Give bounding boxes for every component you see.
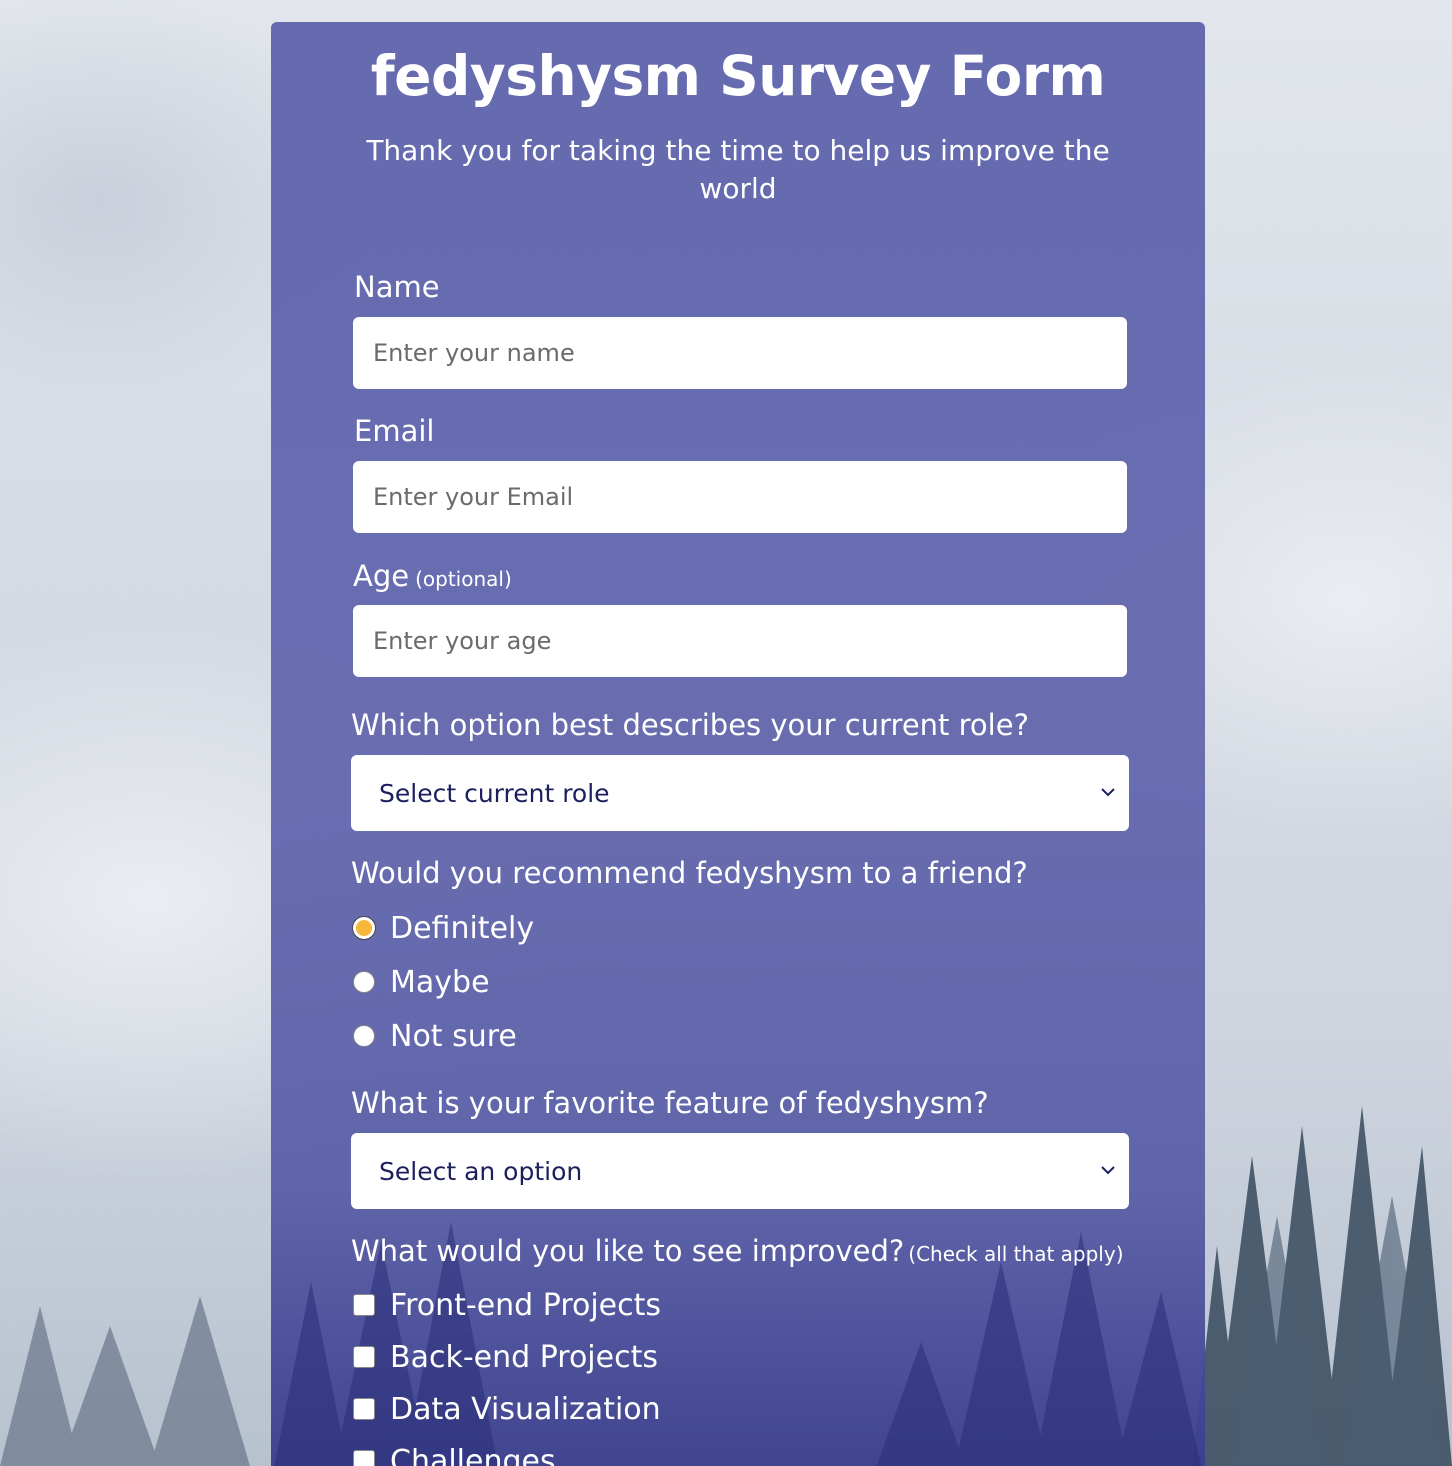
improve-option-label: Back-end Projects — [390, 1339, 658, 1375]
radio-button[interactable] — [353, 971, 375, 993]
improve-question-text: What would you like to see improved? — [351, 1234, 905, 1268]
survey-form-card: fedyshysm Survey Form Thank you for taki… — [271, 22, 1205, 1466]
recommend-option-definitely[interactable]: Definitely — [353, 908, 534, 948]
recommend-question: Would you recommend fedyshysm to a frien… — [351, 856, 1028, 890]
improve-option-data-visualization[interactable]: Data Visualization — [353, 1389, 661, 1429]
improve-option-label: Challenges — [390, 1443, 556, 1466]
email-input[interactable] — [353, 461, 1127, 533]
feature-dropdown[interactable]: Select an option — [351, 1133, 1129, 1209]
checkbox[interactable] — [353, 1294, 375, 1316]
role-dropdown[interactable]: Select current role — [351, 755, 1129, 831]
feature-dropdown-value: Select an option — [379, 1156, 583, 1186]
improve-option-label: Data Visualization — [390, 1391, 661, 1427]
name-input[interactable] — [353, 317, 1127, 389]
improve-option-challenges[interactable]: Challenges — [353, 1441, 556, 1466]
age-optional-note: (optional) — [415, 567, 512, 591]
chevron-down-icon — [1101, 788, 1115, 797]
recommend-option-maybe[interactable]: Maybe — [353, 962, 490, 1002]
recommend-option-label: Maybe — [390, 964, 490, 1000]
age-label: Age (optional) — [353, 559, 512, 593]
role-dropdown-value: Select current role — [379, 778, 610, 808]
checkbox[interactable] — [353, 1346, 375, 1368]
recommend-option-not-sure[interactable]: Not sure — [353, 1016, 517, 1056]
age-label-text: Age — [353, 559, 410, 593]
improve-option-front-end[interactable]: Front-end Projects — [353, 1285, 661, 1325]
checkbox[interactable] — [353, 1398, 375, 1420]
feature-question: What is your favorite feature of fedyshy… — [351, 1086, 989, 1120]
improve-option-label: Front-end Projects — [390, 1287, 662, 1323]
chevron-down-icon — [1101, 1166, 1115, 1175]
email-label: Email — [354, 414, 435, 448]
forest-background-left — [0, 1296, 250, 1466]
forest-background-image — [1192, 1106, 1452, 1466]
radio-button[interactable] — [353, 1025, 375, 1047]
role-question: Which option best describes your current… — [351, 708, 1029, 742]
name-label: Name — [354, 270, 440, 304]
recommend-option-label: Definitely — [390, 910, 535, 946]
checkbox[interactable] — [353, 1450, 375, 1466]
improve-question-note: (Check all that apply) — [908, 1242, 1124, 1266]
radio-button-checked[interactable] — [353, 917, 375, 939]
page-title: fedyshysm Survey Form — [370, 44, 1106, 108]
recommend-option-label: Not sure — [390, 1018, 517, 1054]
page-description: Thank you for taking the time to help us… — [366, 134, 1110, 205]
age-input[interactable] — [353, 605, 1127, 677]
improve-option-back-end[interactable]: Back-end Projects — [353, 1337, 658, 1377]
improve-question: What would you like to see improved? (Che… — [351, 1234, 1124, 1268]
